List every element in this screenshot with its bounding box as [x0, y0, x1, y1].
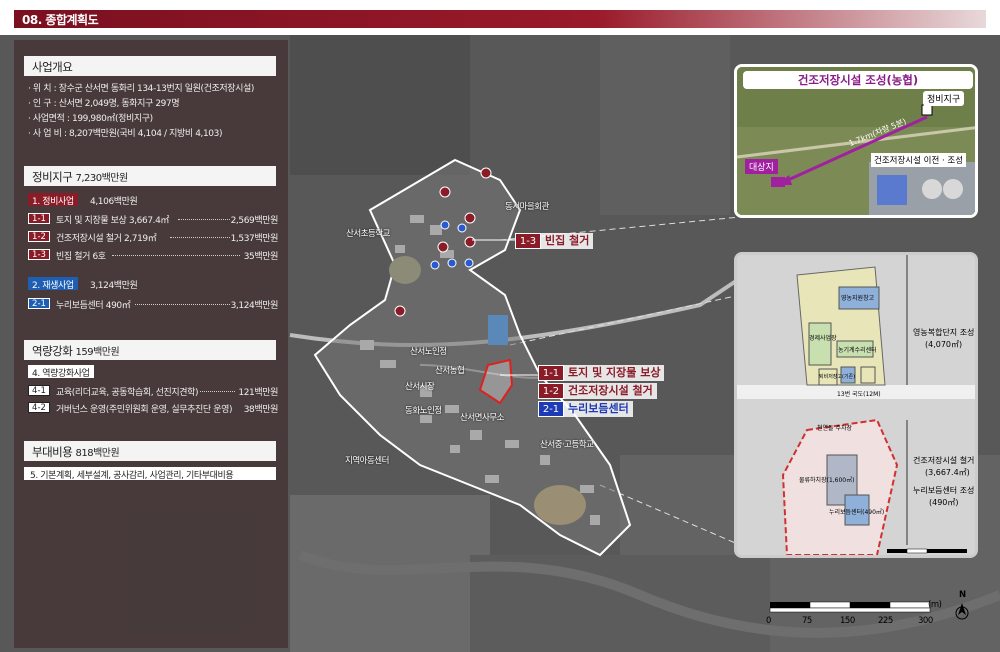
item-2-1-text: 누리보듬센터 490㎡: [56, 301, 131, 311]
note3-value: (490㎡): [929, 498, 959, 507]
note1-title: 영농복합단지 조성: [913, 328, 975, 337]
item-4-1-amount: 121백만원: [238, 388, 278, 398]
map-label-childrens-center: 지역아동센터: [345, 456, 389, 466]
overview-line-population: · 인 구 : 산서면 2,049명, 동화지구 297명: [28, 99, 180, 109]
item-1-1-text: 토지 및 지장물 보상 3,667.4㎡: [56, 216, 170, 226]
inset1-photo-caption: 건조저장시설 이전 · 조성: [871, 153, 967, 167]
inset1-title: 건조저장시설 조성(농협): [743, 71, 973, 89]
item-4-2-num: 4-2: [28, 402, 50, 413]
scale-tick: 75: [802, 616, 812, 626]
header-bar: [14, 10, 986, 28]
item-1-1-num: 1-1: [28, 213, 50, 224]
overview-line-location: · 위 치 : 장수군 산서면 동화리 134-13번지 일원(건조저장시설): [28, 84, 254, 94]
overview-title: 사업개요: [24, 56, 276, 76]
scale-unit: (m): [928, 600, 942, 610]
group1-amount: 4,106백만원: [90, 197, 138, 207]
inset1-district-label: 정비지구: [923, 91, 965, 106]
map-label-nonghyup: 산서농협: [435, 366, 465, 376]
item-1-1-amount: 2,569백만원: [230, 216, 279, 226]
callout-2-1[interactable]: 2-1 누리보듬센터: [538, 401, 633, 417]
inset-site-plan[interactable]: 영농지원창고 경제사업장 농기계수리센터 퇴비저장고(기존) 천연돌 주차장 물…: [734, 252, 978, 558]
block-label: 경제사업장: [809, 335, 837, 342]
note2-value: (3,667.4㎡): [925, 468, 970, 477]
map-label-middle-high-school: 산서중·고등학교: [540, 440, 594, 450]
item-1-3-num: 1-3: [28, 249, 50, 260]
item-1-3-amount: 35백만원: [243, 252, 279, 262]
scale-tick: 225: [878, 616, 893, 626]
page-title: 08. 종합계획도: [22, 13, 99, 27]
note1-value: (4,070㎡): [925, 340, 963, 349]
capacity-group-tag: 4. 역량강화사업: [28, 365, 94, 379]
note3-title: 누리보듬센터 조성: [913, 486, 975, 495]
incidental-title: 부대비용 818백만원: [24, 441, 276, 461]
group2-amount: 3,124백만원: [90, 281, 138, 291]
incidental-bar: 5. 기본계획, 세부설계, 공사감리, 사업관리, 기타부대비용: [24, 467, 276, 481]
item-4-1-text: 교육(리더교육, 공동학습회, 선진지견학): [56, 388, 199, 398]
group2-tag: 2. 재생사업: [28, 277, 78, 291]
block-label: 농기계수리센터: [838, 347, 877, 354]
note2-title: 건조저장시설 철거: [913, 456, 975, 465]
overview-line-area: · 사업면적 : 199,980㎡(정비지구): [28, 114, 153, 124]
road-label: 13번 국도(12M): [837, 391, 881, 398]
item-1-2-num: 1-2: [28, 231, 50, 242]
leader-dots: [135, 299, 230, 305]
scale-tick: 0: [766, 616, 771, 626]
item-4-1-num: 4-1: [28, 385, 50, 396]
capacity-title: 역량강화 159백만원: [24, 340, 276, 360]
scale-tick: 150: [840, 616, 855, 626]
item-2-1-amount: 3,124백만원: [230, 301, 279, 311]
block-label: 천연돌 주차장: [817, 425, 853, 432]
callout-1-1[interactable]: 1-1 토지 및 지장물 보상: [538, 365, 665, 381]
map-label-senior-center: 산서노인정: [410, 347, 447, 357]
block-label: 물류하치장(1,600㎡): [799, 477, 855, 484]
item-1-2-text: 건조저장시설 철거 2,719㎡: [56, 234, 157, 244]
callout-1-2[interactable]: 1-2 건조저장시설 철거: [538, 383, 657, 399]
block-label: 퇴비저장고(기존): [819, 374, 856, 380]
district-title: 정비지구 7,230백만원: [24, 166, 276, 186]
item-1-2-amount: 1,537백만원: [230, 234, 279, 244]
block-label: 누리보듬센터(490㎡): [829, 509, 885, 516]
map-label-market: 산서시장: [405, 382, 435, 392]
map-label-elementary-school: 산서초등학교: [346, 229, 390, 239]
item-2-1-num: 2-1: [28, 298, 50, 309]
header: 08. 종합계획도: [0, 0, 1000, 28]
map-label-donghwa-senior-center: 동화노인정: [405, 406, 442, 416]
map-label-township-office: 산서면사무소: [460, 413, 504, 423]
scale-tick: 300: [918, 616, 933, 626]
group1-tag: 1. 정비사업: [28, 193, 78, 207]
map-label-community-hall: 동서마을회관: [505, 202, 549, 212]
inset1-site-label: 대상지: [745, 159, 778, 174]
overview-line-budget: · 사 업 비 : 8,207백만원(국비 4,104 / 지방비 4,103): [28, 129, 223, 139]
block-label: 영농지원창고: [841, 295, 875, 302]
callout-1-3[interactable]: 1-3 빈집 철거: [515, 233, 594, 249]
scale-bar: [769, 601, 931, 613]
item-4-2-amount: 38백만원: [243, 405, 279, 415]
inset-storage-facility[interactable]: 건조저장시설 조성(농협) 정비지구 대상지 1.7km(차량 5분) 건조저장…: [734, 64, 978, 218]
item-4-2-text: 거버넌스 운영(주민위원회 운영, 실무추진단 운영): [56, 405, 233, 415]
item-1-3-text: 빈집 철거 6호: [56, 252, 106, 262]
north-label: N: [959, 590, 966, 600]
